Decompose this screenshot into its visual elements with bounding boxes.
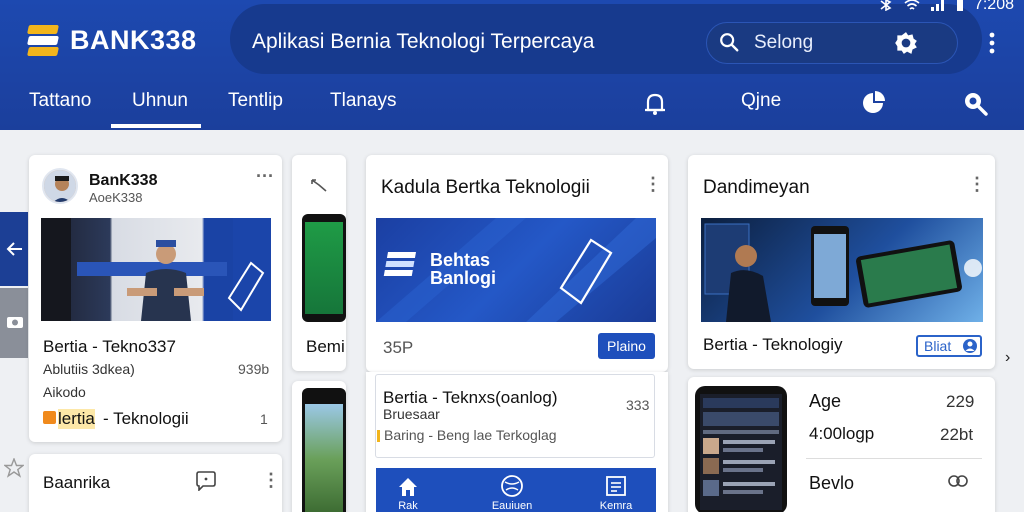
app-logo[interactable]: BANK338 (26, 22, 197, 58)
news-item-title[interactable]: Bertia - Teknxs(oanlog) (383, 388, 558, 408)
tab-tattano[interactable]: Tattano (29, 90, 91, 112)
banner-graphic (376, 218, 656, 322)
app-row-value: 229 (946, 392, 975, 411)
highlight-marker (377, 430, 380, 442)
chat-icon[interactable] (195, 471, 217, 491)
arrow-left-icon (6, 242, 22, 256)
author-handle: AoeK338 (89, 190, 143, 205)
app-row-label[interactable]: 4:00logp (809, 424, 874, 444)
nav-home-label[interactable]: Rak (378, 500, 438, 512)
banner-subheading: Banlogi (430, 268, 496, 288)
feature-image[interactable] (701, 218, 983, 322)
wifi-icon (904, 0, 920, 10)
gear-icon[interactable] (893, 30, 919, 56)
tab-qjne[interactable]: Qjne (741, 90, 781, 112)
search-placeholder: Selong (754, 32, 814, 53)
status-time: 7:208 (973, 0, 1014, 13)
post-count: 939b (238, 361, 270, 377)
active-tab-indicator (111, 124, 201, 128)
mini-card-label[interactable]: Bemi (306, 337, 345, 357)
status-bar: 7:208 (878, 0, 1014, 14)
news-item-sub: Bruesaar (383, 406, 440, 422)
news-item-count: 333 (626, 397, 650, 413)
app-row-label[interactable]: Bevlo (809, 473, 854, 494)
document-icon[interactable] (605, 475, 627, 497)
news-banner-image[interactable] (376, 218, 656, 322)
bottom-nav-bar: Rak Eauiuen Kemra (376, 468, 656, 512)
app-header: BANK338 Aplikasi Bernia Teknologi Terper… (0, 0, 1024, 130)
news-card-title[interactable]: Kadula Bertka Teknologii (381, 177, 590, 199)
divider (806, 458, 982, 459)
app-screen (700, 394, 782, 510)
share-icon[interactable] (310, 176, 328, 194)
news-count: 35P (383, 338, 414, 357)
pin-count: 1 (260, 411, 268, 427)
card-title[interactable]: Baanrika (43, 473, 110, 493)
person-photo (41, 218, 271, 321)
logo-mark-icon (26, 22, 62, 58)
user-badge-icon (963, 339, 977, 353)
camera-icon (7, 317, 23, 328)
tab-tlanays[interactable]: Tlanays (330, 90, 397, 112)
pie-chart-icon[interactable] (860, 90, 886, 116)
search-alt-icon[interactable] (962, 90, 988, 116)
phone-app-screenshot (695, 386, 787, 512)
post-image[interactable] (41, 218, 271, 321)
chevron-right-icon[interactable]: › (1005, 349, 1010, 367)
signal-icon (930, 0, 944, 11)
app-row-value: 22bt (940, 425, 974, 444)
play-button[interactable]: Plaino (598, 333, 655, 359)
globe-icon[interactable] (500, 474, 524, 498)
back-button[interactable] (0, 212, 28, 286)
post-meta: Ablutiis 3dkea) (43, 361, 135, 377)
search-icon (720, 33, 739, 52)
phone-thumbnail (302, 214, 346, 322)
search-input[interactable] (706, 22, 958, 64)
home-icon[interactable] (397, 476, 419, 498)
post-category: Aikodo (43, 384, 86, 400)
tab-tentlip[interactable]: Tentlip (228, 90, 283, 112)
post-title[interactable]: Bertia - Tekno337 (43, 337, 176, 357)
battery-icon (956, 0, 963, 11)
author-name[interactable]: BanK338 (89, 172, 157, 190)
app-row-label[interactable]: Age (809, 391, 841, 412)
avatar[interactable] (42, 168, 78, 204)
tag-label[interactable]: lertia (58, 409, 95, 429)
logo-text: BANK338 (70, 24, 197, 55)
card-menu-icon[interactable]: ··· (256, 166, 274, 187)
page-title: Aplikasi Bernia Teknologi Terpercaya (252, 30, 595, 53)
star-icon[interactable] (4, 458, 24, 478)
card-menu-icon[interactable]: ⋮ (644, 174, 662, 195)
feature-subtitle[interactable]: Bertia - Teknologiy (703, 335, 843, 355)
bluetooth-icon (880, 0, 892, 11)
more-options-icon[interactable] (986, 32, 998, 54)
nav-explore-label[interactable]: Eauiuen (482, 500, 542, 512)
tag-icon (43, 411, 56, 424)
news-item-line: Baring - Beng lae Terkoglag (384, 427, 557, 443)
notification-bell-icon[interactable] (642, 90, 668, 116)
feature-card-title[interactable]: Dandimeyan (703, 177, 810, 199)
link-icon[interactable] (946, 471, 970, 491)
camera-button[interactable] (0, 288, 28, 358)
phone-thumbnail (302, 388, 346, 512)
devices-photo (704, 223, 982, 322)
view-button-label: Bliat (924, 338, 952, 354)
nav-docs-label[interactable]: Kemra (586, 500, 646, 512)
card-menu-icon[interactable]: ⋮ (262, 470, 280, 491)
tag-label-rest[interactable]: - Teknologii (103, 409, 189, 429)
card-menu-icon[interactable]: ⋮ (968, 174, 986, 195)
tab-uhnun[interactable]: Uhnun (132, 90, 188, 112)
banner-heading: Behtas (430, 250, 491, 270)
